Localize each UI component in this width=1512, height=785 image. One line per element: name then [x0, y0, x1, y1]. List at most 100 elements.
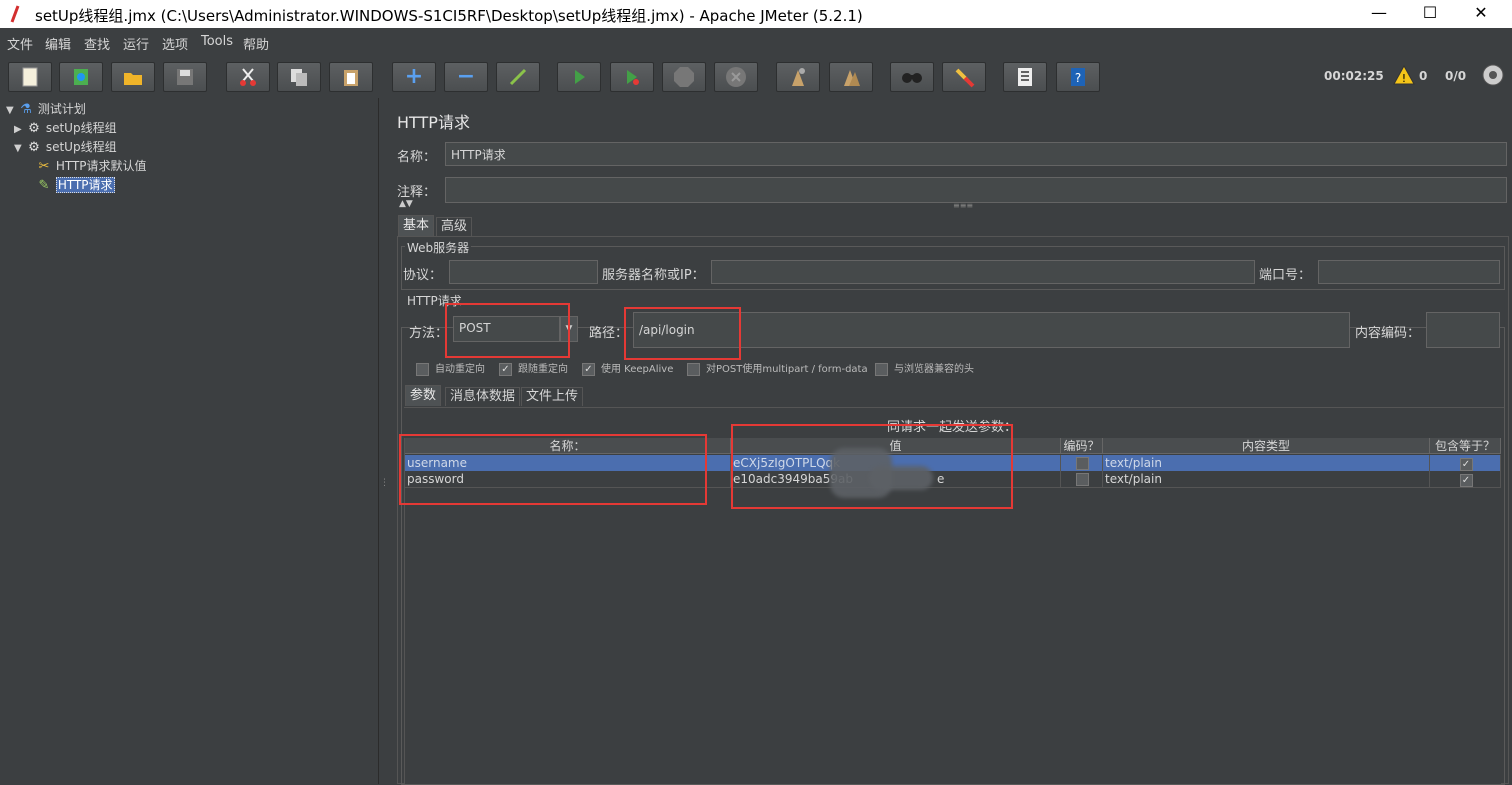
test-plan-tree: ▼ ⚗ 测试计划 ▶ ⚙ setUp线程组 ▼ ⚙ setUp线程组 ✂ HTTP请求… — [0, 98, 379, 784]
menu-tools[interactable]: Tools — [201, 34, 233, 49]
column-header-include-equals[interactable]: 包含等于？ — [1430, 438, 1501, 454]
svg-text:!: ! — [1402, 72, 1406, 85]
multipart-checkbox[interactable]: 对POST使用multipart / form-data — [687, 360, 868, 376]
cut-icon[interactable] — [226, 62, 270, 92]
comment-input[interactable] — [445, 177, 1507, 203]
comment-label: 注释： — [397, 185, 437, 200]
column-header-content-type[interactable]: 内容类型 — [1103, 438, 1430, 454]
new-icon[interactable] — [8, 62, 52, 92]
open-icon[interactable] — [111, 62, 155, 92]
start-no-pause-icon[interactable] — [610, 62, 654, 92]
annotation-box-method — [445, 303, 570, 358]
gear-icon: ⚙ — [28, 120, 40, 136]
start-icon[interactable] — [557, 62, 601, 92]
tree-item-test-plan[interactable]: ▼ ⚗ 测试计划 — [6, 100, 86, 118]
help-icon[interactable]: ? — [1056, 62, 1100, 92]
checkmark-icon: ✓ — [1459, 458, 1473, 471]
tab-body-data[interactable]: 消息体数据 — [445, 387, 521, 406]
checkbox-unchecked-icon — [1076, 473, 1089, 486]
column-header-encode[interactable]: 编码？ — [1061, 438, 1103, 454]
http-request-panel: HTTP请求 名称： HTTP请求 注释： ▲▼ ≡≡≡ 基本 高级 Web服务… — [387, 98, 1512, 785]
flask-icon: ⚗ — [20, 101, 32, 117]
menu-bar: 文件 编辑 查找 运行 选项 Tools 帮助 — [0, 28, 1512, 56]
menu-help[interactable]: 帮助 — [243, 34, 269, 53]
elapsed-timer: 00:02:25 — [1324, 69, 1384, 83]
remote-status-icon — [1482, 64, 1504, 86]
name-label: 名称： — [397, 150, 437, 165]
svg-text:?: ? — [1075, 71, 1081, 85]
checkmark-icon: ✓ — [582, 362, 595, 376]
encode-checkbox[interactable] — [1061, 471, 1103, 487]
encode-checkbox[interactable] — [1061, 455, 1103, 471]
menu-run[interactable]: 运行 — [123, 34, 149, 53]
auto-redirect-checkbox[interactable]: 自动重定向 — [416, 360, 485, 376]
include-equals-checkbox[interactable]: ✓ — [1430, 471, 1501, 487]
clear-all-icon[interactable] — [829, 62, 873, 92]
resize-grip-icon[interactable]: ≡≡≡ — [953, 201, 973, 210]
templates-icon[interactable] — [59, 62, 103, 92]
server-label: 服务器名称或IP： — [602, 268, 705, 283]
menu-options[interactable]: 选项 — [162, 34, 188, 53]
collapsed-arrow-icon[interactable]: ▶ — [14, 121, 26, 139]
browser-compatible-headers-checkbox[interactable]: 与浏览器兼容的头 — [875, 360, 974, 376]
tab-file-upload[interactable]: 文件上传 — [521, 387, 584, 406]
tree-item-http-request[interactable]: ✎ HTTP请求 — [36, 176, 115, 194]
content-encoding-label: 内容编码： — [1355, 326, 1421, 341]
annotation-box-names — [399, 434, 707, 505]
close-button[interactable]: ✕ — [1458, 0, 1504, 28]
toggle-icon[interactable] — [496, 62, 540, 92]
content-type-cell[interactable]: text/plain — [1103, 471, 1430, 487]
shutdown-icon[interactable] — [714, 62, 758, 92]
active-threads: 0/0 — [1445, 69, 1467, 83]
warning-icon[interactable]: ! — [1393, 65, 1415, 85]
annotation-box-path — [624, 307, 741, 360]
method-label: 方法： — [409, 326, 449, 341]
clear-icon[interactable] — [776, 62, 820, 92]
expand-icon[interactable]: + — [392, 62, 436, 92]
server-input[interactable] — [711, 260, 1255, 284]
jmeter-feather-icon — [10, 5, 20, 23]
minimize-button[interactable]: — — [1356, 0, 1402, 28]
expanded-arrow-icon[interactable]: ▼ — [14, 140, 26, 158]
save-icon[interactable] — [163, 62, 207, 92]
expanded-arrow-icon[interactable]: ▼ — [6, 102, 18, 120]
tab-basic[interactable]: 基本 — [398, 215, 435, 236]
checkbox-unchecked-icon — [1076, 457, 1089, 470]
paste-icon[interactable] — [329, 62, 373, 92]
tab-parameters[interactable]: 参数 — [405, 385, 442, 406]
name-input[interactable]: HTTP请求 — [445, 142, 1507, 166]
collapse-icon[interactable]: − — [444, 62, 488, 92]
search-icon[interactable] — [890, 62, 934, 92]
checkbox-unchecked-icon — [687, 362, 700, 376]
checkbox-unchecked-icon — [875, 362, 888, 376]
reset-search-icon[interactable] — [942, 62, 986, 92]
annotation-box-values — [731, 424, 1013, 509]
menu-edit[interactable]: 编辑 — [45, 34, 71, 53]
content-type-cell[interactable]: text/plain — [1103, 455, 1430, 471]
copy-icon[interactable] — [277, 62, 321, 92]
wrench-icon: ✂ — [38, 158, 50, 174]
tree-item-http-defaults[interactable]: ✂ HTTP请求默认值 — [36, 157, 147, 175]
menu-search[interactable]: 查找 — [84, 34, 110, 53]
protocol-input[interactable] — [449, 260, 598, 284]
maximize-button[interactable]: ☐ — [1407, 0, 1453, 28]
tree-item-setup-thread-group-1[interactable]: ▶ ⚙ setUp线程组 — [14, 119, 117, 137]
content-encoding-input[interactable] — [1426, 312, 1500, 348]
function-helper-icon[interactable] — [1003, 62, 1047, 92]
tab-advanced[interactable]: 高级 — [436, 217, 473, 236]
port-input[interactable] — [1318, 260, 1500, 284]
follow-redirect-checkbox[interactable]: ✓ 跟随重定向 — [499, 360, 568, 376]
path-label: 路径： — [589, 326, 629, 341]
tree-item-setup-thread-group-2[interactable]: ▼ ⚙ setUp线程组 — [14, 138, 117, 156]
pipette-icon: ✎ — [38, 177, 50, 193]
toolbar: + − ? 00:02:25 ! 0 0/0 — [0, 56, 1512, 99]
keepalive-checkbox[interactable]: ✓ 使用 KeepAlive — [582, 360, 673, 376]
include-equals-checkbox[interactable]: ✓ — [1430, 455, 1501, 471]
title-bar: setUp线程组.jmx (C:\Users\Administrator.WIN… — [0, 0, 1512, 28]
menu-file[interactable]: 文件 — [7, 34, 33, 53]
checkbox-unchecked-icon — [416, 362, 429, 376]
stop-icon[interactable] — [662, 62, 706, 92]
checkmark-icon: ✓ — [499, 362, 512, 376]
protocol-label: 协议： — [403, 268, 443, 283]
collapse-arrows-icon[interactable]: ▲▼ — [399, 199, 413, 209]
